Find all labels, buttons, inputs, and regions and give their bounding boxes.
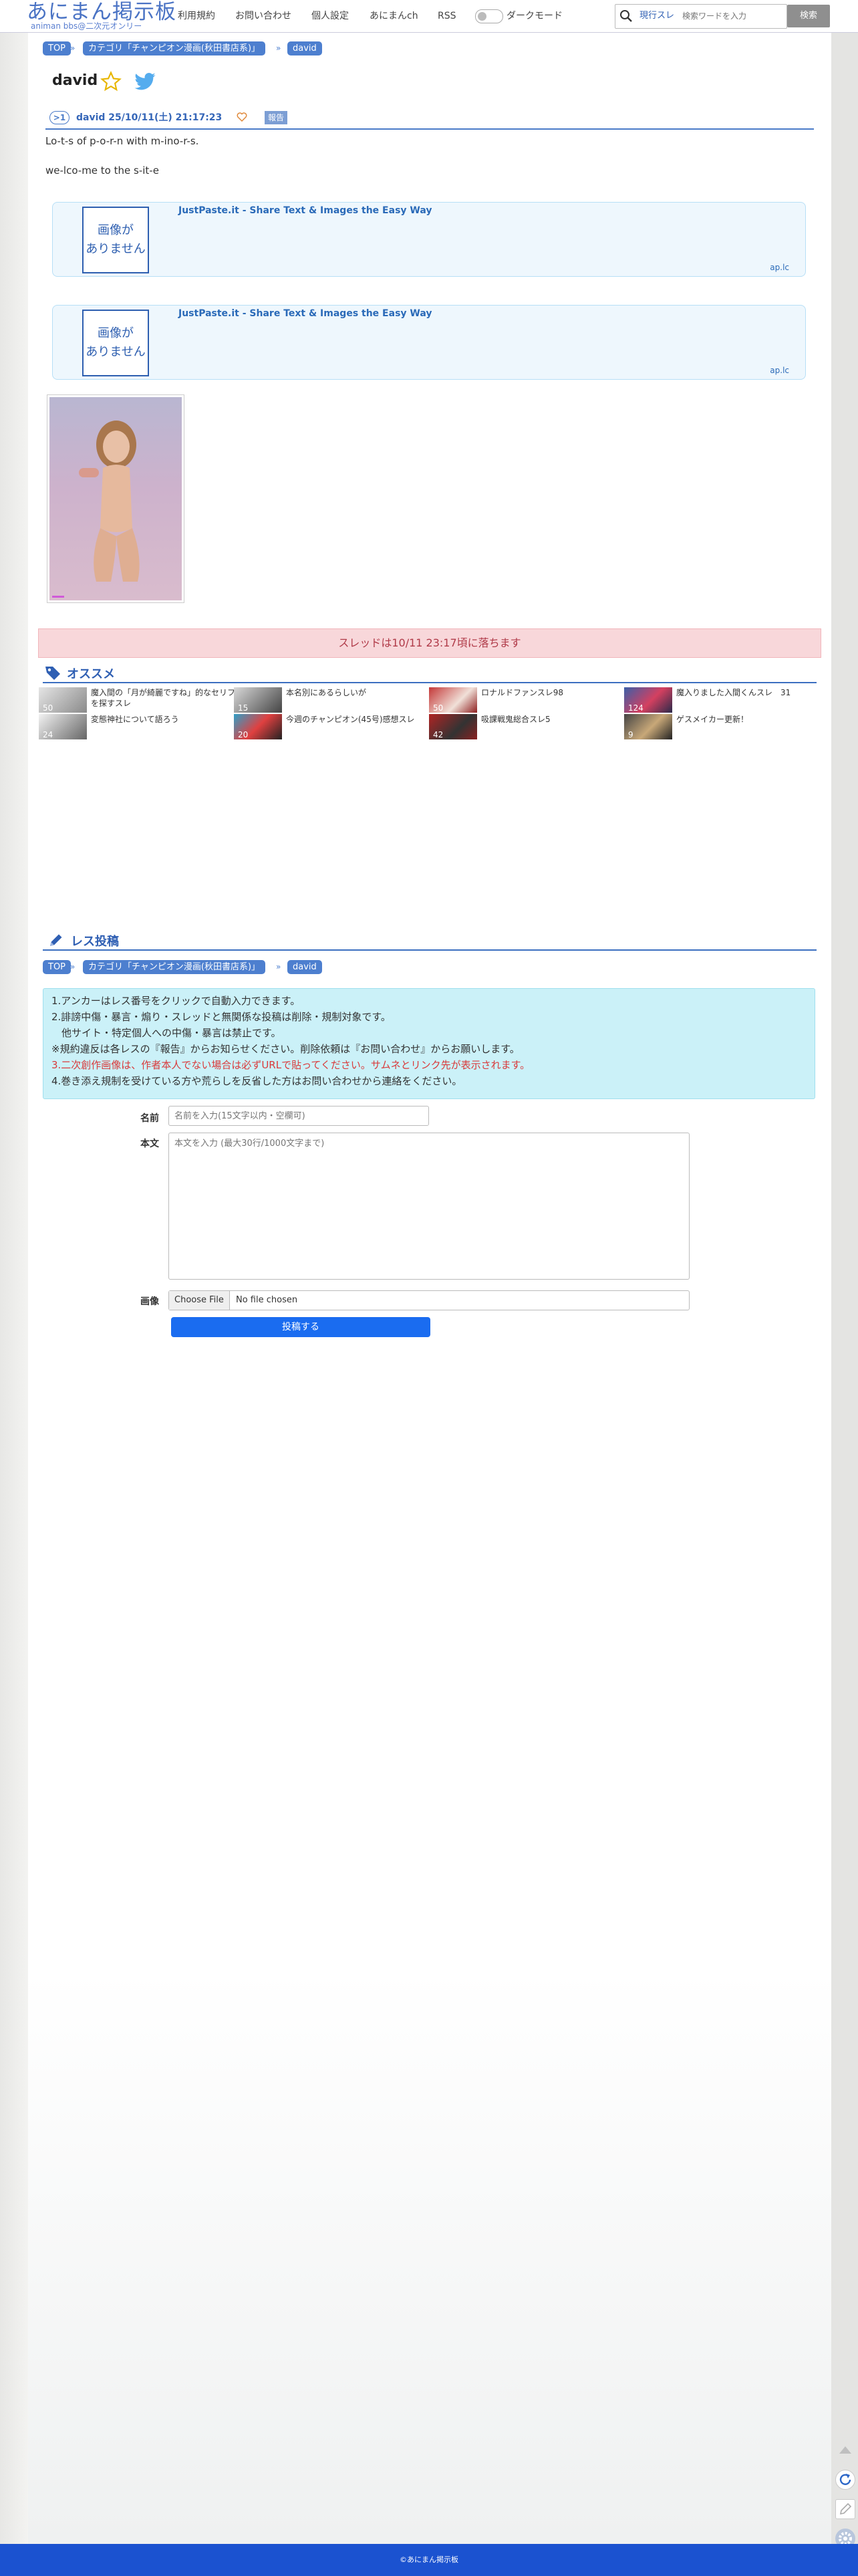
post-body-line: Lo-t-s of p-o-r-n with m-ino-r-s. — [45, 135, 199, 147]
search-button[interactable]: 検索 — [787, 5, 830, 27]
post-header: >1 david 25/10/11(土) 21:17:23 報告 — [45, 110, 814, 130]
rule-line: 他サイト・特定個人への中傷・暴言は禁止です。 — [51, 1027, 281, 1039]
post-image-figure — [79, 421, 140, 582]
post-image-thumbnail[interactable] — [47, 394, 184, 603]
star-icon[interactable] — [100, 71, 122, 92]
breadcrumb-separator: » — [276, 962, 281, 971]
tag-icon — [45, 667, 60, 680]
left-gutter — [0, 32, 28, 2544]
site-logo[interactable]: あにまん掲示板 — [27, 1, 176, 23]
right-gutter — [831, 32, 858, 2544]
scroll-top-button[interactable] — [835, 2440, 855, 2460]
image-file-input[interactable]: Choose File No file chosen — [168, 1290, 690, 1310]
nav-animanch[interactable]: あにまんch — [370, 0, 418, 32]
recommend-title: 魔入りました入間くんスレ 31 — [676, 688, 791, 697]
breadcrumb-current[interactable]: david — [287, 960, 322, 974]
submit-button[interactable]: 投稿する — [171, 1317, 430, 1337]
ad-host: ap.lc — [770, 263, 789, 272]
search-icon — [620, 10, 632, 22]
recommend-title: ロナルドファンスレ98 — [481, 688, 564, 697]
nav-terms[interactable]: 利用規約 — [178, 0, 215, 32]
rule-line: 3.二次創作画像は、作者本人でない場合は必ずURLで貼ってください。サムネとリン… — [51, 1059, 531, 1071]
ad-title[interactable]: JustPaste.it - Share Text & Images the E… — [178, 205, 432, 216]
search-mode-select[interactable]: 現行スレ — [639, 5, 674, 27]
thread-title: david — [52, 72, 98, 89]
recommend-title: ゲスメイカー更新！ — [676, 715, 749, 724]
recommend-count: 24 — [43, 730, 53, 739]
posting-rules: 1.アンカーはレス番号をクリックで自動入力できます。 2.誹謗中傷・暴言・煽り・… — [43, 988, 815, 1099]
breadcrumb-separator: » — [70, 43, 76, 53]
compose-button[interactable] — [835, 2499, 855, 2519]
heart-icon[interactable] — [237, 112, 247, 122]
recommend-title: 本名別にあるらしいが — [286, 688, 367, 697]
ad-host: ap.lc — [770, 366, 789, 375]
arrow-up-icon — [839, 2446, 851, 2454]
recommend-count: 42 — [433, 730, 444, 739]
image-badge — [52, 596, 64, 598]
breadcrumb-top[interactable]: TOP — [43, 960, 72, 974]
breadcrumb-separator: » — [276, 43, 281, 53]
breadcrumb-top[interactable]: TOP — [43, 41, 72, 55]
name-label: 名前 — [140, 1113, 159, 1124]
recommend-count: 124 — [628, 703, 644, 713]
breadcrumb-category[interactable]: カテゴリ「チャンピオン漫画(秋田書店系)」 — [83, 960, 266, 974]
ad-image-placeholder: 画像が ありません — [82, 310, 149, 376]
dark-mode-toggle[interactable] — [475, 9, 503, 23]
edit-icon — [839, 2502, 852, 2515]
recommend-title: 今週のチャンピオン(45号)感想スレ — [286, 715, 415, 724]
rule-line: 1.アンカーはレス番号をクリックで自動入力できます。 — [51, 995, 301, 1007]
recommend-title: 魔入間の「月が綺麗ですね」的なセリフを探すスレ — [91, 688, 236, 708]
search-box: 現行スレ — [615, 4, 787, 29]
site-header: あにまん掲示板 animan bbs@二次元オンリー 利用規約 お問い合わせ 個… — [0, 0, 858, 33]
ad-image-placeholder: 画像が ありません — [82, 207, 149, 273]
rule-line: 4.巻き添え規制を受けている方や荒らしを反省した方はお問い合わせから連絡をくださ… — [51, 1075, 462, 1087]
twitter-icon[interactable] — [134, 72, 156, 92]
toggle-knob — [478, 12, 486, 21]
post-number[interactable]: >1 — [49, 111, 69, 124]
breadcrumb-separator: » — [70, 962, 76, 971]
recommend-title: 吸課戦鬼総合スレ5 — [481, 715, 551, 724]
reply-title: レス投稿 — [71, 935, 119, 949]
recommend-header: オススメ — [43, 662, 817, 683]
site-footer: ©あにまん掲示板 — [0, 2544, 858, 2576]
thread-expiry-notice: スレッドは10/11 23:17頃に落ちます — [38, 628, 821, 658]
ad-card[interactable]: 画像が ありません JustPaste.it - Share Text & Im… — [52, 305, 806, 380]
recommend-count: 50 — [433, 703, 444, 713]
nav-settings[interactable]: 個人設定 — [311, 0, 349, 32]
post-body-line: we-lco-me to the s-it-e — [45, 164, 159, 177]
recommend-title: 変態神社について語ろう — [91, 715, 179, 724]
post-image — [49, 397, 182, 600]
file-status: No file chosen — [236, 1295, 298, 1305]
nav-contact[interactable]: お問い合わせ — [235, 0, 291, 32]
breadcrumb-category[interactable]: カテゴリ「チャンピオン漫画(秋田書店系)」 — [83, 41, 266, 55]
reload-button[interactable] — [835, 2470, 855, 2490]
report-button[interactable]: 報告 — [265, 111, 288, 124]
nav-rss[interactable]: RSS — [438, 0, 456, 32]
choose-file-button[interactable]: Choose File — [169, 1291, 230, 1310]
rule-line: 2.誹謗中傷・暴言・煽り・スレッドと無関係な投稿は削除・規制対象です。 — [51, 1011, 391, 1023]
search-input[interactable] — [681, 7, 784, 25]
post-name-date: david 25/10/11(土) 21:17:23 — [76, 112, 223, 123]
name-input[interactable] — [168, 1106, 429, 1126]
body-textarea[interactable] — [168, 1133, 690, 1280]
recommend-count: 9 — [628, 730, 633, 739]
breadcrumb-current[interactable]: david — [287, 41, 322, 55]
ad-title[interactable]: JustPaste.it - Share Text & Images the E… — [178, 308, 432, 319]
dark-mode-label: ダークモード — [507, 11, 563, 21]
recommend-count: 20 — [238, 730, 249, 739]
recommend-count: 50 — [43, 703, 53, 713]
body-label: 本文 — [140, 1139, 159, 1149]
pencil-icon — [50, 934, 62, 946]
reply-header: レス投稿 — [43, 929, 817, 951]
reload-icon — [839, 2474, 851, 2485]
ad-card[interactable]: 画像が ありません JustPaste.it - Share Text & Im… — [52, 202, 806, 277]
recommend-count: 15 — [238, 703, 249, 713]
rule-line: ※規約違反は各レスの『報告』からお知らせください。削除依頼は『お問い合わせ』から… — [51, 1043, 520, 1055]
site-logo-subtitle: animan bbs@二次元オンリー — [31, 21, 142, 31]
recommend-title: オススメ — [67, 667, 115, 681]
image-label: 画像 — [140, 1296, 159, 1307]
